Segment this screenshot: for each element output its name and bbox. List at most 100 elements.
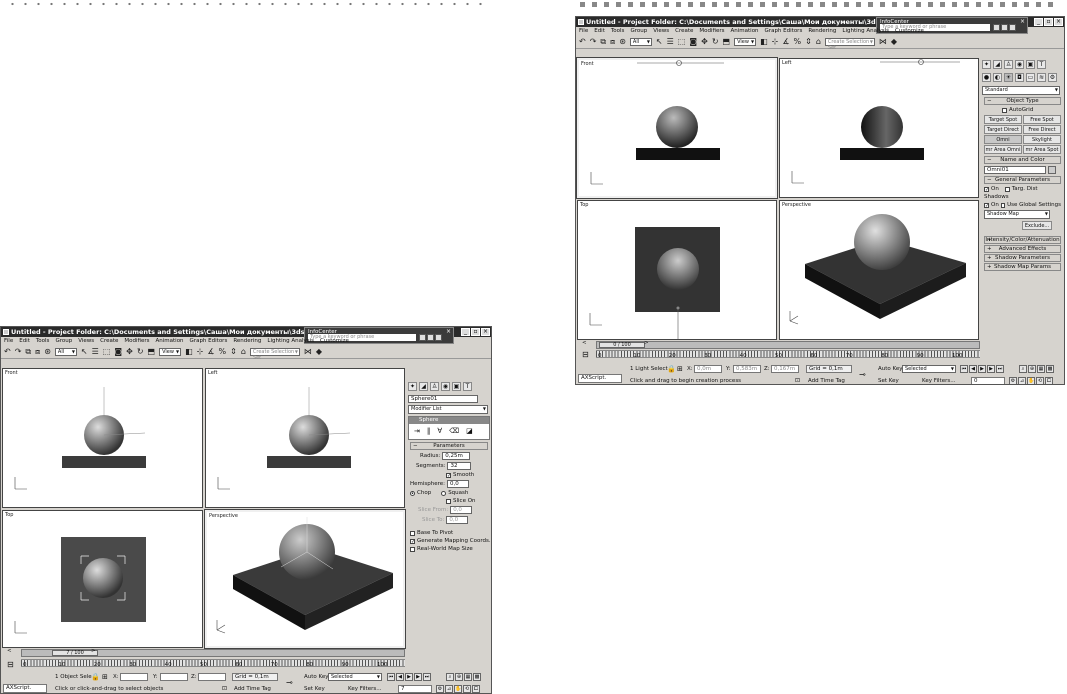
maxscript-listener[interactable]: AXScript. — [578, 374, 622, 383]
hemisphere-spinner[interactable]: 0,0 — [447, 480, 470, 488]
auto-key-button[interactable]: Auto Key — [304, 674, 329, 680]
x-coord-field[interactable] — [120, 673, 148, 681]
pan-icon[interactable]: ✋ — [1027, 377, 1035, 384]
menu-item-lighting-analysis[interactable]: Lighting Analysis — [842, 27, 889, 35]
go-start-icon[interactable]: ⏮ — [960, 365, 968, 373]
auto-key-button[interactable]: Auto Key — [878, 366, 903, 372]
object-type-header[interactable]: − Object Type — [984, 97, 1061, 105]
mirror-icon[interactable]: ⋈ — [304, 347, 312, 357]
modifier-list[interactable]: Modifier List — [408, 405, 488, 414]
create-tab-icon[interactable]: ✦ — [408, 382, 417, 391]
set-key-button[interactable]: Set Key — [304, 686, 325, 692]
remove-modifier-icon[interactable]: ⌫ — [449, 427, 459, 435]
pivot-icon[interactable]: ◧ — [760, 37, 768, 47]
selection-filter[interactable]: All — [629, 37, 652, 46]
current-frame-field[interactable]: 7 — [398, 685, 432, 693]
zoom-icon[interactable]: ⌕ — [1019, 365, 1027, 373]
maximize-viewport-icon[interactable]: ⧠ — [1045, 377, 1053, 384]
menu-item-file[interactable]: File — [4, 337, 13, 345]
mr-area-omni-button[interactable]: mr Area Omni — [984, 145, 1022, 154]
reference-coordinate[interactable]: View — [159, 347, 182, 356]
viewport-left[interactable]: Left — [779, 58, 979, 198]
reference-coordinate[interactable]: View — [734, 37, 757, 46]
helpers-icon[interactable]: ▭ — [1026, 73, 1035, 82]
light-name-field[interactable]: Omni01 — [984, 166, 1046, 174]
zoom-extents-all-icon[interactable]: ▩ — [473, 673, 481, 681]
angle-snap-icon[interactable]: ∡ — [207, 347, 214, 357]
help-icon[interactable] — [1009, 24, 1016, 31]
restore-icon[interactable]: ▫ — [1044, 18, 1053, 26]
move-icon[interactable]: ✥ — [126, 347, 133, 357]
general-params-header[interactable]: − General Parameters — [984, 176, 1061, 184]
go-end-icon[interactable]: ⏭ — [423, 673, 431, 681]
autogrid-checkbox[interactable] — [1002, 107, 1007, 113]
menu-item-animation[interactable]: Animation — [731, 27, 759, 35]
menu-item-rendering[interactable]: Rendering — [808, 27, 836, 35]
star-icon[interactable] — [1001, 24, 1008, 31]
menu-item-edit[interactable]: Edit — [594, 27, 605, 35]
gen-map-checkbox[interactable]: ✓ — [410, 538, 415, 544]
add-time-tag[interactable]: Add Time Tag — [808, 378, 845, 384]
radius-spinner[interactable]: 0,25m — [442, 452, 471, 460]
key-mode-select[interactable]: Selected — [902, 365, 956, 373]
systems-icon[interactable]: ⚙ — [1048, 73, 1057, 82]
rotate-icon[interactable]: ↻ — [712, 37, 719, 47]
lock-icon[interactable]: 🔒 — [667, 365, 676, 373]
slice-on-checkbox[interactable] — [446, 498, 451, 504]
target-direct-button[interactable]: Target Direct — [984, 125, 1022, 134]
rotate-icon[interactable]: ↻ — [137, 347, 144, 357]
menu-item-create[interactable]: Create — [100, 337, 118, 345]
play-icon[interactable]: ▶ — [405, 673, 413, 681]
named-sel-icon[interactable]: ⌂ — [816, 37, 821, 47]
menu-item-create[interactable]: Create — [675, 27, 693, 35]
mr-area-spot-button[interactable]: mr Area Spot — [1023, 145, 1061, 154]
menu-item-edit[interactable]: Edit — [19, 337, 30, 345]
zoom-all-icon[interactable]: ⊕ — [455, 673, 463, 681]
select-icon[interactable]: ↖ — [81, 347, 88, 357]
prev-key-icon[interactable]: ◀ — [969, 365, 977, 373]
selection-filter[interactable]: All — [54, 347, 77, 356]
unlink-icon[interactable]: ⧈ — [35, 347, 40, 357]
redo-icon[interactable]: ↷ — [590, 37, 597, 47]
named-selection-input[interactable]: Create Selection Set — [824, 37, 875, 51]
color-swatch[interactable] — [1048, 166, 1056, 174]
zoom-extents-icon[interactable]: ▦ — [1037, 365, 1045, 373]
percent-snap-icon[interactable]: % — [794, 37, 802, 47]
create-tab-icon[interactable]: ✦ — [982, 60, 991, 69]
percent-snap-icon[interactable]: % — [219, 347, 227, 357]
menu-item-modifiers[interactable]: Modifiers — [124, 337, 149, 345]
targ-dist-checkbox[interactable] — [1004, 186, 1010, 192]
next-key-icon[interactable]: ▶ — [987, 365, 995, 373]
menu-item-graph-editors[interactable]: Graph Editors — [190, 337, 228, 345]
chop-radio[interactable]: • — [410, 490, 415, 496]
unlink-icon[interactable]: ⧈ — [610, 37, 615, 47]
named-sel-icon[interactable]: ⌂ — [241, 347, 246, 357]
free-spot-button[interactable]: Free Spot — [1023, 115, 1061, 124]
menu-item-lighting-analysis[interactable]: Lighting Analysis — [267, 337, 314, 345]
next-frame-icon[interactable]: > — [644, 340, 649, 346]
key-icon[interactable]: ⊸ — [286, 678, 293, 687]
parameters-rollout-header[interactable]: − Parameters — [410, 442, 488, 450]
menu-item-animation[interactable]: Animation — [156, 337, 184, 345]
play-icon[interactable]: ▶ — [978, 365, 986, 373]
go-start-icon[interactable]: ⏮ — [387, 673, 395, 681]
menu-item-group[interactable]: Group — [55, 337, 72, 345]
prev-frame-icon[interactable]: < — [582, 340, 587, 346]
x-coord-field[interactable]: 0,0m — [694, 365, 722, 373]
key-filters-button[interactable]: Key Filters... — [922, 378, 955, 384]
select-by-name-icon[interactable]: ☰ — [667, 37, 674, 47]
configure-icon[interactable]: ◪ — [466, 427, 473, 435]
utilities-tab-icon[interactable]: T — [463, 382, 472, 391]
close-icon[interactable]: × — [1020, 18, 1025, 25]
snap-icon[interactable]: ⊹ — [772, 37, 779, 47]
fov-icon[interactable]: ⊿ — [445, 685, 453, 693]
object-name-field[interactable]: Sphere01 — [408, 395, 478, 403]
slice-from-spinner[interactable]: 0,0 — [450, 506, 473, 514]
viewport-left[interactable]: Left — [205, 368, 405, 508]
current-frame-field[interactable]: 0 — [971, 377, 1005, 384]
realworld-checkbox[interactable] — [410, 546, 415, 552]
mirror-icon[interactable]: ⋈ — [879, 37, 887, 47]
abs-rel-icon[interactable]: ⊞ — [102, 673, 108, 681]
set-key-button[interactable]: Set Key — [878, 378, 899, 384]
pin-icon[interactable]: ⇥ — [414, 427, 420, 435]
